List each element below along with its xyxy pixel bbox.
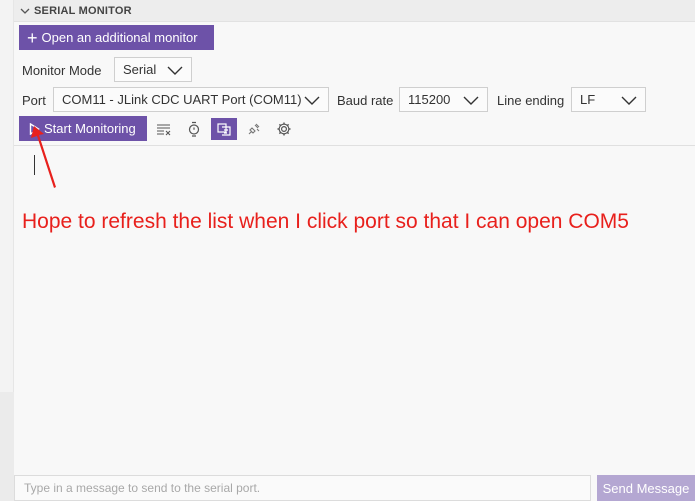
settings-button[interactable] (273, 118, 295, 140)
plus-icon: + (27, 27, 38, 48)
port-value: COM11 - JLink CDC UART Port (COM11) (62, 92, 302, 107)
toggle-terminal-button[interactable] (211, 118, 237, 140)
line-ending-select[interactable]: LF (571, 87, 646, 112)
port-label[interactable]: Port (22, 93, 46, 108)
chevron-down-icon (167, 66, 183, 75)
monitor-mode-select[interactable]: Serial (114, 57, 192, 82)
scrollbar-track[interactable] (685, 22, 695, 472)
timestamp-button[interactable] (183, 118, 205, 140)
open-monitor-label: Open an additional monitor (41, 30, 198, 45)
line-ending-label: Line ending (497, 93, 565, 108)
send-message-button[interactable]: Send Message (597, 475, 695, 501)
chevron-down-icon (463, 96, 479, 105)
toggle-terminal-icon (217, 123, 231, 136)
disconnect-button[interactable] (243, 118, 265, 140)
activity-strip (0, 0, 14, 501)
monitor-mode-value: Serial (123, 62, 157, 77)
clear-output-icon (157, 124, 171, 136)
monitor-mode-label: Monitor Mode (22, 63, 102, 78)
panel-title: SERIAL MONITOR (34, 4, 132, 17)
output-divider (14, 145, 695, 146)
strip-marker (0, 392, 14, 501)
line-ending-value: LF (580, 92, 596, 107)
plug-icon (248, 123, 260, 135)
message-input[interactable] (14, 475, 591, 501)
timestamp-icon (188, 121, 200, 137)
baud-rate-value: 115200 (408, 92, 451, 107)
chevron-down-icon (20, 8, 30, 14)
chevron-down-icon (304, 96, 320, 105)
baud-rate-select[interactable]: 115200 (399, 87, 488, 112)
clear-output-button[interactable] (153, 118, 175, 140)
baud-rate-label: Baud rate (337, 93, 394, 108)
open-additional-monitor-button[interactable]: + Open an additional monitor (19, 25, 214, 50)
gear-icon (277, 122, 291, 136)
annotation-text: Hope to refresh the list when I click po… (22, 210, 629, 233)
annotation-arrow (31, 126, 56, 188)
port-select[interactable]: COM11 - JLink CDC UART Port (COM11) (53, 87, 329, 112)
panel-header[interactable]: SERIAL MONITOR (14, 0, 695, 22)
chevron-down-icon (621, 96, 637, 105)
